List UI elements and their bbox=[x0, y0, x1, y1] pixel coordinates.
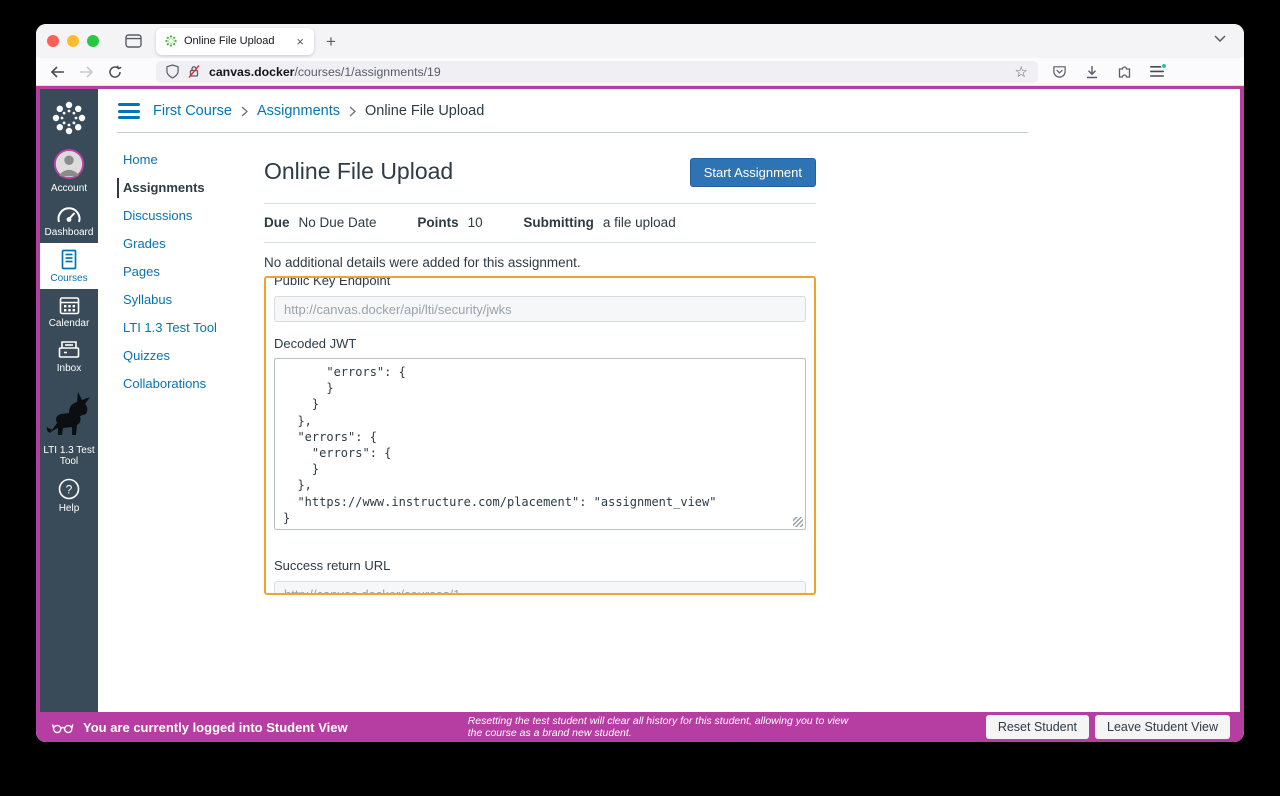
calendar-icon bbox=[59, 297, 79, 315]
course-nav-grades[interactable]: Grades bbox=[117, 234, 264, 254]
breadcrumb-current: Online File Upload bbox=[364, 103, 485, 119]
inbox-icon bbox=[58, 341, 80, 358]
browser-window: Online File Upload × + canvas.docker/cou… bbox=[36, 24, 1244, 742]
breadcrumb-assignments-link[interactable]: Assignments bbox=[257, 103, 340, 119]
main-content: First Course Assignments Online File Upl… bbox=[98, 89, 1240, 712]
leave-student-view-button[interactable]: Leave Student View bbox=[1095, 715, 1230, 739]
no-details-text: No additional details were added for thi… bbox=[264, 255, 581, 270]
assignment-details: Due No Due Date Points 10 Submitting a file… bbox=[264, 215, 816, 230]
course-nav-discussions[interactable]: Discussions bbox=[117, 206, 264, 226]
canvas-logo-icon[interactable] bbox=[49, 98, 89, 138]
divider bbox=[264, 203, 816, 204]
decoded-jwt-label: Decoded JWT bbox=[274, 336, 357, 351]
browser-tab[interactable]: Online File Upload × bbox=[156, 27, 314, 55]
list-tabs-chevron-icon[interactable] bbox=[1214, 35, 1226, 42]
start-assignment-button[interactable]: Start Assignment bbox=[689, 158, 816, 187]
divider bbox=[264, 242, 816, 243]
url-path: /courses/1/assignments/19 bbox=[294, 64, 441, 79]
glasses-icon bbox=[52, 723, 74, 733]
browser-tab-bar: Online File Upload × + bbox=[36, 24, 1244, 58]
app-menu-icon[interactable] bbox=[1150, 63, 1167, 77]
tab-title: Online File Upload bbox=[184, 35, 275, 47]
course-nav: Home Assignments Discussions Grades Page… bbox=[98, 150, 264, 595]
course-nav-pages[interactable]: Pages bbox=[117, 262, 264, 282]
points-label: Points bbox=[417, 215, 459, 230]
sidebar-item-calendar[interactable]: Calendar bbox=[40, 289, 98, 334]
account-sync-badge bbox=[1161, 63, 1167, 69]
sidebar-item-help[interactable]: ? Help bbox=[40, 472, 98, 519]
assignment-panel: Online File Upload Start Assignment Due N… bbox=[264, 150, 816, 595]
submitting-value: a file upload bbox=[602, 215, 676, 230]
decoded-jwt-textarea[interactable]: "errors": { } } }, "errors": { "errors":… bbox=[274, 358, 806, 530]
sidebar-item-courses[interactable]: Courses bbox=[40, 243, 98, 289]
courses-book-icon bbox=[61, 249, 77, 270]
student-view-message: You are currently logged into Student Vi… bbox=[83, 719, 348, 735]
bookmark-star-icon[interactable]: ☆ bbox=[1015, 63, 1028, 81]
public-key-endpoint-input[interactable] bbox=[274, 296, 806, 322]
help-icon: ? bbox=[58, 478, 80, 500]
extensions-puzzle-icon[interactable] bbox=[1117, 64, 1132, 79]
breadcrumb-separator-icon bbox=[241, 105, 248, 117]
course-nav-quizzes[interactable]: Quizzes bbox=[117, 346, 264, 366]
forward-button[interactable] bbox=[79, 65, 94, 78]
canvas-page: Account Dashboard Courses Calendar Inbox… bbox=[36, 86, 1244, 742]
due-label: Due bbox=[264, 215, 290, 230]
student-view-note: Resetting the test student will clear al… bbox=[467, 715, 849, 739]
course-nav-home[interactable]: Home bbox=[117, 150, 264, 170]
window-controls bbox=[47, 35, 99, 47]
shield-icon[interactable] bbox=[166, 64, 179, 79]
sidebar-item-dashboard[interactable]: Dashboard bbox=[40, 199, 98, 243]
course-nav-lti-test-tool[interactable]: LTI 1.3 Test Tool bbox=[117, 318, 264, 338]
reset-student-button[interactable]: Reset Student bbox=[985, 715, 1090, 739]
submitting-label: Submitting bbox=[523, 215, 594, 230]
insecure-lock-icon[interactable] bbox=[187, 64, 201, 79]
unicorn-icon bbox=[46, 392, 90, 435]
due-value: No Due Date bbox=[298, 215, 377, 230]
url-host: canvas.docker bbox=[209, 64, 295, 79]
success-return-url-input[interactable] bbox=[274, 581, 806, 593]
url-text: canvas.docker/courses/1/assignments/19 bbox=[209, 65, 1015, 79]
zoom-window-button[interactable] bbox=[87, 35, 99, 47]
reload-button[interactable] bbox=[108, 64, 122, 79]
breadcrumb: First Course Assignments Online File Upl… bbox=[153, 103, 484, 119]
public-key-endpoint-label: Public Key Endpoint bbox=[274, 276, 391, 288]
pocket-icon[interactable] bbox=[1052, 64, 1067, 79]
breadcrumb-course-link[interactable]: First Course bbox=[153, 103, 232, 119]
student-view-bar: You are currently logged into Student Vi… bbox=[40, 712, 1240, 742]
new-tab-button[interactable]: + bbox=[326, 33, 336, 50]
page-title: Online File Upload bbox=[264, 158, 454, 184]
tab-favicon-icon bbox=[164, 34, 178, 48]
close-tab-icon[interactable]: × bbox=[294, 35, 306, 48]
browser-toolbar: canvas.docker/courses/1/assignments/19 ☆ bbox=[36, 58, 1244, 86]
svg-text:?: ? bbox=[66, 483, 73, 497]
course-menu-hamburger-icon[interactable] bbox=[118, 103, 140, 119]
breadcrumb-separator-icon bbox=[349, 105, 356, 117]
dashboard-gauge-icon bbox=[57, 207, 81, 223]
global-nav-sidebar: Account Dashboard Courses Calendar Inbox… bbox=[40, 89, 98, 712]
course-nav-syllabus[interactable]: Syllabus bbox=[117, 290, 264, 310]
minimize-window-button[interactable] bbox=[67, 35, 79, 47]
download-icon[interactable] bbox=[1085, 65, 1099, 79]
back-button[interactable] bbox=[50, 65, 65, 78]
sidebar-item-account[interactable]: Account bbox=[40, 142, 98, 199]
points-value: 10 bbox=[467, 215, 483, 230]
account-avatar-icon bbox=[53, 148, 85, 180]
lti-tool-frame: Public Key Endpoint Decoded JWT "errors"… bbox=[264, 276, 816, 595]
firefox-view-icon[interactable] bbox=[125, 34, 142, 48]
course-nav-assignments[interactable]: Assignments bbox=[117, 178, 264, 198]
url-bar[interactable]: canvas.docker/courses/1/assignments/19 ☆ bbox=[156, 60, 1038, 83]
success-return-url-label: Success return URL bbox=[274, 558, 391, 573]
sidebar-item-inbox[interactable]: Inbox bbox=[40, 334, 98, 379]
sidebar-item-lti-test-tool[interactable]: LTI 1.3 Test Tool bbox=[40, 379, 98, 472]
close-window-button[interactable] bbox=[47, 35, 59, 47]
course-nav-collaborations[interactable]: Collaborations bbox=[117, 374, 264, 394]
